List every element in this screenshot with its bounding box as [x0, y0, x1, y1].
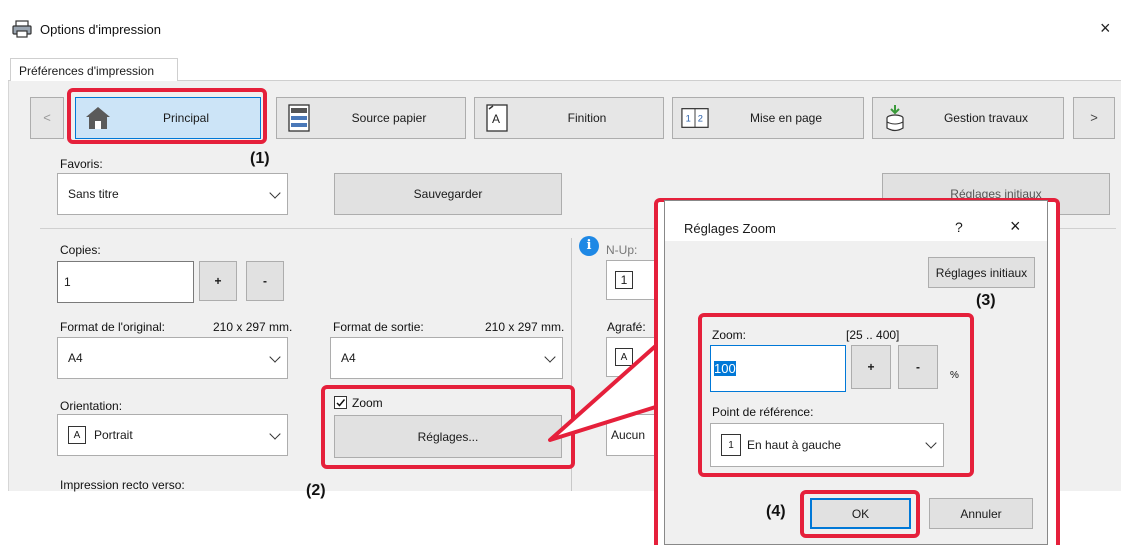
highlight-principal [67, 88, 267, 144]
copies-plus-button[interactable]: + [199, 261, 237, 301]
nav-finition-button[interactable]: A Finition [474, 97, 664, 139]
output-format-label: Format de sortie: [333, 320, 424, 334]
finishing-icon: A [483, 104, 511, 132]
callout-2: (2) [306, 482, 326, 499]
nav-gestion-travaux-button[interactable]: Gestion travaux [872, 97, 1064, 139]
info-icon[interactable]: i [579, 236, 599, 256]
favorites-value: Sans titre [68, 187, 119, 201]
duplex-label: Impression recto verso: [60, 478, 185, 492]
favorites-label: Favoris: [60, 157, 103, 171]
chevron-down-icon [269, 428, 281, 440]
reference-point-label: Point de référence: [712, 405, 814, 419]
save-button[interactable]: Sauvegarder [334, 173, 562, 215]
layout-icon: 12 [681, 104, 709, 132]
original-format-select[interactable]: A4 [57, 337, 288, 379]
window-close-button[interactable]: × [1100, 18, 1111, 39]
callout-4: (4) [766, 503, 786, 520]
nav-prev-button[interactable]: < [30, 97, 64, 139]
zoom-plus-button[interactable]: + [851, 345, 891, 389]
tab-print-preferences[interactable]: Préférences d'impression [10, 58, 178, 82]
chevron-down-icon [269, 351, 281, 363]
copies-minus-button[interactable]: - [246, 261, 284, 301]
ok-button[interactable]: OK [810, 498, 911, 529]
output-format-select[interactable]: A4 [330, 337, 563, 379]
original-format-label: Format de l'original: [60, 320, 165, 334]
orientation-select[interactable]: A Portrait [57, 414, 288, 456]
zoom-field-label: Zoom: [712, 328, 747, 342]
nup-label: N-Up: [606, 243, 638, 257]
original-format-dims: 210 x 297 mm. [213, 320, 293, 334]
svg-text:1: 1 [686, 114, 691, 124]
dialog-close-button[interactable]: × [1010, 216, 1021, 237]
svg-text:A: A [492, 112, 500, 126]
nav-finition-label: Finition [567, 111, 607, 125]
copies-input[interactable]: 1 [57, 261, 194, 303]
copies-label: Copies: [60, 243, 101, 257]
nav-mise-en-page-label: Mise en page [749, 111, 823, 125]
paper-tray-icon [285, 104, 313, 132]
help-button[interactable]: ? [955, 219, 963, 235]
original-format-value: A4 [68, 351, 83, 365]
chevron-down-icon [925, 437, 937, 449]
dialog-reset-button[interactable]: Réglages initiaux [928, 257, 1035, 288]
cancel-button[interactable]: Annuler [929, 498, 1033, 529]
job-management-icon [881, 104, 909, 132]
nav-mise-en-page-button[interactable]: 12 Mise en page [672, 97, 864, 139]
callout-3: (3) [976, 292, 996, 309]
printer-icon [12, 20, 32, 38]
portrait-icon: A [68, 426, 86, 444]
callout-1: (1) [250, 150, 270, 167]
reference-point-value: En haut à gauche [747, 438, 842, 452]
nav-gestion-travaux-label: Gestion travaux [943, 111, 1029, 125]
output-format-value: A4 [341, 351, 356, 365]
window-title: Options d'impression [40, 22, 161, 37]
favorites-select[interactable]: Sans titre [57, 173, 288, 215]
reference-point-select[interactable]: 1 En haut à gauche [710, 423, 944, 467]
zoom-value: 100 [714, 361, 736, 376]
nav-source-papier-button[interactable]: Source papier [276, 97, 466, 139]
nav-next-button[interactable]: > [1073, 97, 1115, 139]
highlight-zoom [321, 385, 575, 469]
zoom-range: [25 .. 400] [846, 328, 900, 342]
title-bar [0, 0, 1121, 46]
zoom-unit: % [950, 370, 959, 381]
reference-page-icon: 1 [721, 434, 741, 456]
orientation-label: Orientation: [60, 399, 123, 413]
zoom-input[interactable]: 100 [710, 345, 846, 392]
dialog-title: Réglages Zoom [684, 221, 776, 236]
orientation-value: Portrait [94, 428, 133, 442]
zoom-minus-button[interactable]: - [898, 345, 938, 389]
chevron-down-icon [269, 187, 281, 199]
svg-text:2: 2 [698, 114, 703, 124]
nav-source-papier-label: Source papier [351, 111, 427, 125]
